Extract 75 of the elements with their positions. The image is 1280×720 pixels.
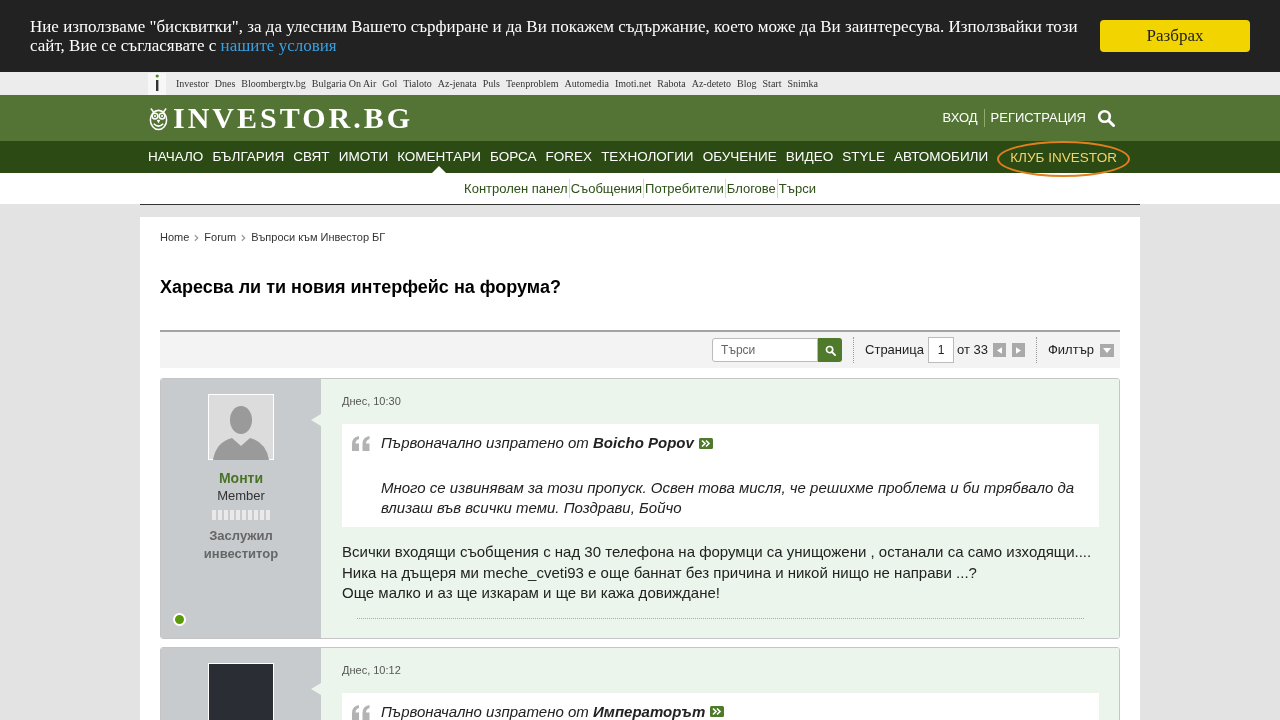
caret-icon: [1103, 347, 1111, 353]
reputation-bars-icon: [212, 510, 270, 520]
quote-attribution: Първоначално изпратено от Императорът: [381, 701, 706, 720]
network-site-link[interactable]: Rabota: [657, 76, 686, 91]
nav-tab[interactable]: БЪЛГАРИЯ: [212, 141, 285, 173]
chevron-icon: [194, 233, 200, 242]
left-triangle-icon: [996, 346, 1002, 354]
network-site-link[interactable]: Bulgaria On Air: [311, 76, 377, 91]
post-time: Днес, 10:30: [342, 394, 402, 408]
nav-tab[interactable]: НАЧАЛО: [148, 141, 204, 173]
network-site-link[interactable]: Tialoto: [403, 76, 432, 91]
filter-label[interactable]: Филтър: [1047, 340, 1094, 360]
quote-text: Много се извинявам за този пропуск. Освен това мисля, че решихме проблема и би трябвало да влизаш във всички теми. Поздрави, Бойчо: [381, 478, 1076, 518]
register-link[interactable]: РЕГИСТРАЦИЯ: [990, 108, 1086, 128]
breadcrumb-link[interactable]: Forum: [204, 231, 237, 244]
login-link[interactable]: ВХОД: [942, 108, 978, 128]
view-post-icon[interactable]: [710, 706, 725, 717]
network-site-link[interactable]: Dnes: [214, 76, 236, 91]
view-post-icon[interactable]: [698, 437, 713, 449]
terms-link[interactable]: нашите условия: [220, 36, 337, 55]
nav-tab[interactable]: ОБУЧЕНИЕ: [702, 141, 777, 173]
nav-tab[interactable]: ИМОТИ: [338, 141, 389, 173]
breadcrumb-link[interactable]: Home: [160, 231, 190, 244]
page-label: Страница: [865, 341, 924, 360]
network-site-link[interactable]: Bloombergtv.bg: [241, 76, 306, 91]
search-button[interactable]: [818, 338, 843, 362]
default-avatar-icon[interactable]: [208, 394, 274, 460]
nav-tab[interactable]: БОРСА: [489, 141, 537, 173]
network-site-link[interactable]: Teenproblem: [505, 76, 559, 91]
page-number-field[interactable]: 1: [927, 337, 954, 363]
network-site-link[interactable]: Gol: [382, 76, 398, 91]
post-text: Ника на дъщеря ми meche_cveti93 е още баннат без причина и никой нищо не направи ...?: [342, 562, 978, 583]
subnav-link[interactable]: Търси: [776, 178, 817, 199]
network-site-link[interactable]: Az-deteto: [691, 76, 732, 91]
nav-tab[interactable]: ТЕХНОЛОГИИ: [601, 141, 694, 173]
subnav-link[interactable]: Блогове: [724, 178, 777, 199]
avatar-photo-placeholder[interactable]: [208, 662, 274, 720]
right-triangle-icon: [1015, 346, 1021, 354]
search-icon[interactable]: [1097, 109, 1115, 127]
owl-logo-icon[interactable]: [148, 105, 169, 131]
network-site-link[interactable]: Investor: [176, 76, 209, 91]
breadcrumb-link[interactable]: Въпроси към Инвестор БГ: [251, 231, 386, 244]
author-role: Member: [217, 487, 265, 505]
subnav-link[interactable]: Потребители: [643, 178, 725, 199]
post-text: Още малко и аз ще изкарам и ще ви кажа довиждане!: [342, 583, 721, 603]
network-site-link[interactable]: Blog: [737, 76, 757, 91]
network-site-link[interactable]: Imoti.net: [614, 76, 652, 91]
search-field[interactable]: Търси: [712, 338, 819, 362]
subnav-link[interactable]: Контролен панел: [463, 178, 569, 199]
nav-tab[interactable]: FOREX: [545, 141, 593, 173]
quote-attribution: Първоначално изпратено от Boicho Popov: [381, 433, 694, 453]
quote-icon: [352, 436, 370, 451]
nav-tab[interactable]: КОМЕНТАРИ: [397, 141, 481, 173]
chevron-icon: [241, 233, 247, 242]
search-icon: [824, 344, 836, 356]
nav-tab[interactable]: STYLE: [842, 141, 885, 173]
site-logo[interactable]: INVESTOR.BG: [173, 103, 413, 133]
post-text: Всички входящи съобщения с над 30 телефона на форумци са унищожени , останали са само изходящи....: [342, 542, 1093, 562]
page-total: от 33: [956, 341, 988, 360]
network-site-link[interactable]: Snimka: [787, 76, 818, 91]
network-site-link[interactable]: Start: [762, 76, 782, 91]
thread-title: Харесва ли ти новия интерфейс на форума?: [160, 276, 562, 298]
nav-tab[interactable]: АВТОМОБИЛИ: [894, 141, 989, 173]
post-time: Днес, 10:12: [342, 662, 402, 677]
network-site-link[interactable]: Automedia: [564, 76, 609, 91]
nav-tab[interactable]: СВЯТ: [293, 141, 330, 173]
accept-button[interactable]: Разбрах: [1100, 20, 1250, 52]
network-site-link[interactable]: Puls: [482, 76, 500, 91]
subnav-link[interactable]: Съобщения: [568, 178, 644, 199]
network-site-link[interactable]: Az-jenata: [437, 76, 477, 91]
nav-tab[interactable]: ВИДЕО: [785, 141, 834, 173]
quote-icon: [352, 704, 370, 720]
network-logo-icon[interactable]: [148, 72, 166, 95]
cookie-message: Ние използваме "бисквитки", за да улесним Вашето сърфиране и да Ви покажем съдържание, което може да Ви заинтересува. Използвайки този сайт, Вие се съгласявате с нашите условия: [30, 17, 1079, 55]
author-rank: Заслужил инвеститор: [202, 527, 280, 563]
